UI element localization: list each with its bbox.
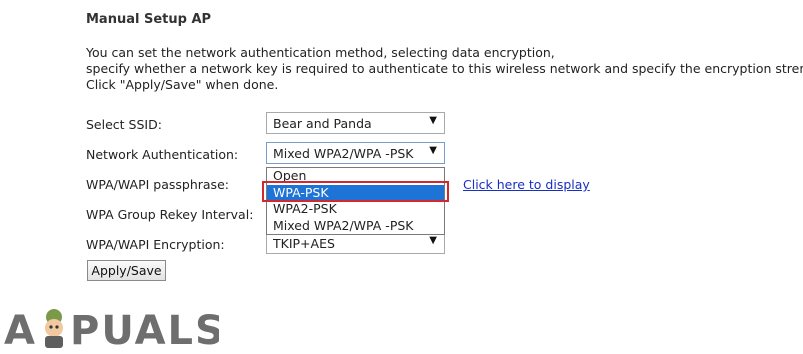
dropdown-arrow-icon: ▼ (429, 115, 437, 126)
auth-option-wpa2-psk[interactable]: WPA2-PSK (267, 201, 444, 218)
description-line-2: specify whether a network key is require… (86, 61, 803, 76)
auth-option-mixed[interactable]: Mixed WPA2/WPA -PSK (267, 218, 444, 235)
auth-select[interactable]: Mixed WPA2/WPA -PSK ▼ (266, 142, 445, 164)
page-title: Manual Setup AP (86, 12, 212, 27)
encryption-label: WPA/WAPI Encryption: (86, 237, 225, 252)
ssid-select-value: Bear and Panda (273, 116, 372, 131)
rekey-label: WPA Group Rekey Interval: (86, 207, 254, 222)
mascot-icon (45, 309, 63, 348)
passphrase-label: WPA/WAPI passphrase: (86, 177, 229, 192)
svg-text:PUALS: PUALS (70, 308, 219, 350)
description-line-1: You can set the network authentication m… (86, 45, 555, 60)
dropdown-arrow-icon: ▼ (429, 235, 437, 246)
encryption-select[interactable]: TKIP+AES ▼ (266, 232, 445, 254)
svg-text:A: A (4, 308, 37, 350)
apply-save-button[interactable]: Apply/Save (87, 260, 166, 281)
description-line-3: Click "Apply/Save" when done. (86, 77, 279, 92)
show-passphrase-link[interactable]: Click here to display (463, 177, 590, 192)
ssid-select[interactable]: Bear and Panda ▼ (266, 112, 445, 134)
dropdown-arrow-icon: ▼ (429, 145, 437, 156)
appuals-logo: A PUALS (4, 308, 219, 350)
highlight-box (262, 181, 449, 202)
auth-label: Network Authentication: (86, 147, 239, 162)
description: You can set the network authentication m… (86, 45, 803, 93)
auth-select-value: Mixed WPA2/WPA -PSK (273, 146, 414, 161)
ssid-label: Select SSID: (86, 117, 162, 132)
encryption-select-value: TKIP+AES (273, 236, 335, 251)
